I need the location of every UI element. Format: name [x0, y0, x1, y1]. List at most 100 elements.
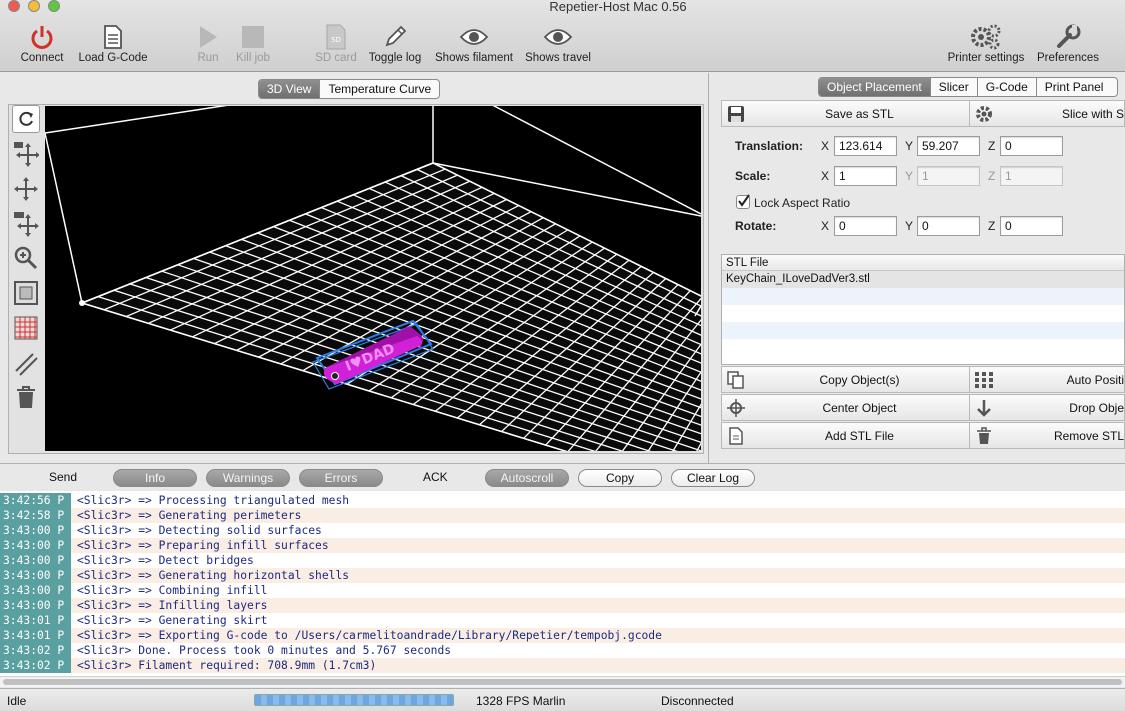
remove-stl-label: Remove STL: [1053, 428, 1124, 443]
log-message: <Slic3r> => Infilling layers: [77, 599, 268, 612]
warnings-filter-toggle[interactable]: Warnings: [206, 469, 290, 487]
copy-objects-button[interactable]: Copy Object(s): [721, 366, 970, 393]
preferences-button[interactable]: Preferences: [1036, 22, 1100, 64]
log-time: 3:43:01 P: [0, 628, 71, 643]
tab-3d-view[interactable]: 3D View: [259, 80, 321, 98]
printer-settings-button[interactable]: Printer settings: [944, 22, 1028, 64]
top-view-button[interactable]: [12, 314, 40, 342]
log-horizontal-scrollbar[interactable]: [0, 676, 1125, 687]
slice-with-button[interactable]: Slice with S: [969, 100, 1125, 127]
drop-object-button[interactable]: Drop Obje: [969, 394, 1125, 421]
tab-print-panel[interactable]: Print Panel: [1037, 78, 1118, 96]
load-gcode-label: Load G-Code: [78, 52, 148, 64]
lock-aspect-checkbox[interactable]: [736, 194, 750, 209]
auto-position-label: Auto Positi: [1066, 372, 1124, 387]
slice-with-label: Slice with S: [1061, 106, 1124, 121]
clear-log-button[interactable]: Clear Log: [671, 469, 755, 487]
info-filter-toggle[interactable]: Info: [113, 469, 197, 487]
shows-travel-button[interactable]: Shows travel: [522, 22, 594, 64]
log-row: 3:43:01 P <Slic3r> => Exporting G-code to…: [0, 628, 1125, 643]
sd-card-icon: SD: [326, 24, 346, 50]
3d-viewport[interactable]: I♥DAD: [45, 106, 701, 451]
grid-icon: [14, 316, 38, 340]
rotate-x-field[interactable]: 0: [834, 216, 897, 236]
status-bar: Idle 1328 FPS Marlin Disconnected: [0, 688, 1125, 711]
connect-label: Connect: [20, 52, 64, 64]
title-bar: Repetier-Host Mac 0.56 Connect Load G-Co…: [0, 0, 1125, 72]
svg-text:SD: SD: [331, 36, 341, 44]
tab-object-placement[interactable]: Object Placement: [819, 78, 931, 96]
log-row: 3:43:02 P <Slic3r> Done. Process took 0 m…: [0, 643, 1125, 658]
log-row: 3:43:00 P <Slic3r> => Combining infill: [0, 583, 1125, 598]
add-stl-file-button[interactable]: Add STL File: [721, 422, 970, 449]
log-row: 3:43:00 P <Slic3r> => Detect bridges: [0, 553, 1125, 568]
save-as-stl-button[interactable]: Save as STL: [721, 100, 970, 127]
print-bed-scene[interactable]: I♥DAD: [45, 106, 701, 451]
center-object-button[interactable]: Center Object: [721, 394, 970, 421]
crosshair-icon: [727, 398, 745, 417]
rotate-x-axis: X: [821, 219, 830, 233]
scale-x-field[interactable]: 1: [834, 166, 897, 186]
parallel-view-button[interactable]: [12, 350, 40, 378]
log-time: 3:43:00 P: [0, 523, 71, 538]
log-time: 3:43:02 P: [0, 643, 71, 658]
reset-view-button[interactable]: [12, 105, 40, 133]
power-icon: [31, 26, 53, 49]
window-title: Repetier-Host Mac 0.56: [549, 0, 687, 14]
move-object-button[interactable]: [12, 210, 40, 238]
errors-filter-toggle[interactable]: Errors: [299, 469, 383, 487]
translation-z-field[interactable]: 0: [1000, 136, 1063, 156]
sd-card-label: SD card: [315, 52, 357, 64]
autoscroll-toggle[interactable]: Autoscroll: [485, 469, 569, 487]
rotate-z-field[interactable]: 0: [1000, 216, 1063, 236]
empty-row: [722, 322, 1124, 339]
camera-move-icon: [14, 142, 39, 167]
log-message: <Slic3r> => Detect bridges: [77, 554, 254, 567]
status-state: Idle: [7, 694, 27, 708]
connect-button[interactable]: Connect: [14, 22, 70, 64]
scale-label: Scale:: [735, 169, 771, 183]
stl-file-header[interactable]: STL File: [722, 255, 1124, 271]
tab-temperature-curve[interactable]: Temperature Curve: [320, 80, 439, 98]
scale-y-field: 1: [917, 166, 980, 186]
stl-file-list: STL File KeyChain_ILoveDadVer3.stl: [721, 254, 1125, 365]
remove-stl-button[interactable]: Remove STL: [969, 422, 1125, 449]
log-panel[interactable]: 3:42:56 P <Slic3r> => Processing triangul…: [0, 491, 1125, 676]
load-gcode-button[interactable]: Load G-Code: [76, 22, 150, 64]
stl-file-row[interactable]: KeyChain_ILoveDadVer3.stl: [722, 271, 1124, 288]
log-row: 3:43:00 P <Slic3r> => Infilling layers: [0, 598, 1125, 613]
iso-view-button[interactable]: [12, 279, 40, 307]
fps-readout: 1328 FPS Marlin: [476, 694, 566, 708]
auto-position-button[interactable]: Auto Positi: [969, 366, 1125, 393]
magnifier-icon: [14, 246, 38, 270]
view-tabs: 3D View Temperature Curve: [258, 79, 441, 99]
rotate-label: Rotate:: [735, 219, 777, 233]
rotate-y-axis: Y: [905, 219, 914, 233]
zoom-view-button[interactable]: [12, 244, 40, 272]
copy-log-button[interactable]: Copy: [578, 469, 662, 487]
send-toggle[interactable]: Send: [49, 470, 77, 484]
move-view-button[interactable]: [12, 175, 40, 203]
scrollbar-thumb[interactable]: [3, 679, 1122, 685]
toggle-log-button[interactable]: Toggle log: [366, 22, 424, 64]
trash-icon: [17, 386, 35, 408]
tab-slicer[interactable]: Slicer: [931, 78, 978, 96]
shows-filament-button[interactable]: Shows filament: [432, 22, 516, 64]
log-message: <Slic3r> => Preparing infill surfaces: [77, 539, 329, 552]
log-time: 3:43:00 P: [0, 598, 71, 613]
run-button[interactable]: Run: [192, 22, 224, 64]
grid-dots-icon: [975, 371, 993, 388]
rotate-view-button[interactable]: [12, 140, 40, 168]
tab-gcode[interactable]: G-Code: [978, 78, 1037, 96]
translation-y-field[interactable]: 59.207: [917, 136, 980, 156]
stop-icon: [242, 26, 264, 48]
checkmark-icon: [738, 194, 750, 207]
scale-z-field: 1: [1000, 166, 1063, 186]
sd-card-button[interactable]: SD SD card: [314, 22, 358, 64]
ack-toggle[interactable]: ACK: [423, 470, 448, 484]
delete-object-button[interactable]: [12, 383, 40, 411]
translation-x-field[interactable]: 123.614: [834, 136, 897, 156]
rotate-y-field[interactable]: 0: [917, 216, 980, 236]
play-icon: [200, 26, 217, 48]
kill-job-button[interactable]: Kill job: [232, 22, 274, 64]
